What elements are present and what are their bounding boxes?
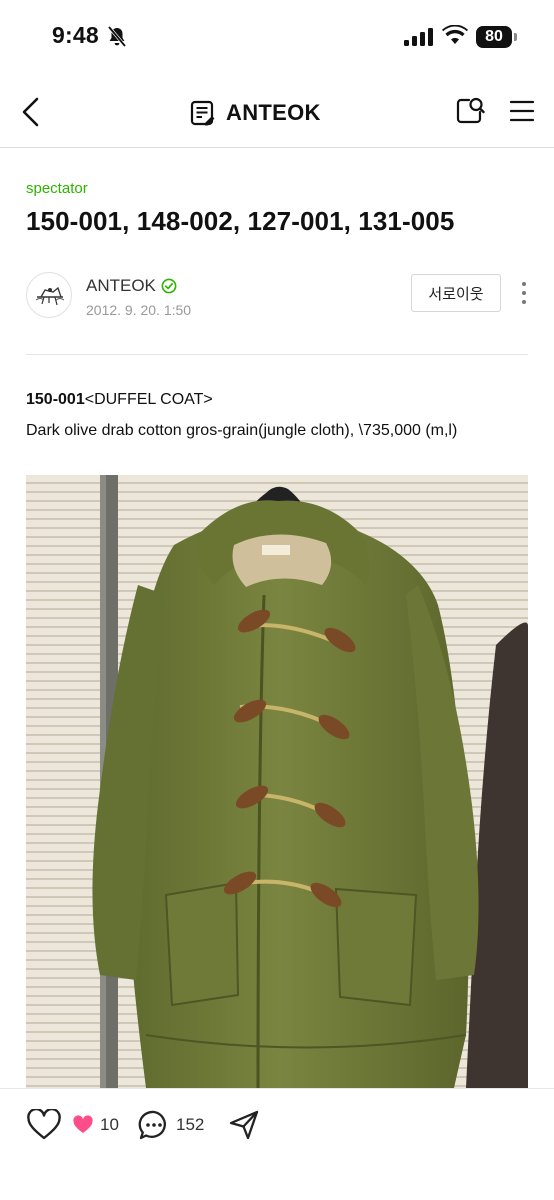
post-category-link[interactable]: spectator	[26, 180, 88, 197]
post-date: 2012. 9. 20. 1:50	[86, 302, 192, 318]
status-time: 9:48	[52, 22, 99, 48]
comment-count: 152	[176, 1115, 205, 1134]
share-action[interactable]	[228, 1109, 260, 1141]
bottom-action-bar: 10 152	[0, 1088, 554, 1200]
item-type: <DUFFEL COAT>	[84, 391, 213, 408]
comment-bubble-icon[interactable]	[138, 1109, 170, 1141]
mutual-neighbor-button[interactable]: 서로이웃	[411, 274, 501, 312]
author-name-wrap[interactable]: ANTEOK	[86, 276, 177, 296]
wifi-icon	[442, 25, 468, 44]
avatar-drawing	[35, 286, 65, 306]
back-arrow-icon[interactable]	[18, 96, 46, 128]
like-count: 10	[100, 1115, 119, 1134]
battery-indicator: 80	[476, 26, 512, 48]
more-options-icon[interactable]	[518, 280, 530, 306]
verified-check-icon	[161, 278, 177, 294]
item-code: 150-001	[26, 391, 85, 408]
item-description: Dark olive drab cotton gros-grain(jungle…	[26, 422, 458, 439]
status-bar: 9:48 80	[0, 0, 554, 76]
item-heading: 150-001<DUFFEL COAT>	[26, 391, 213, 409]
author-row: ANTEOK 2012. 9. 20. 1:50 서로이웃	[26, 272, 530, 324]
header-divider	[26, 354, 528, 355]
coat-illustration	[26, 475, 528, 1088]
nav-bar: ANTEOK	[0, 76, 554, 148]
hamburger-menu-icon[interactable]	[510, 99, 534, 123]
heart-outline-icon[interactable]	[26, 1109, 62, 1141]
duffel-coat-photo[interactable]	[26, 475, 528, 1088]
battery-cap	[514, 33, 517, 41]
like-action[interactable]: 10	[26, 1109, 119, 1141]
search-in-blog-icon[interactable]	[455, 96, 485, 126]
bell-muted-icon	[107, 26, 127, 48]
comment-action[interactable]: 152	[138, 1109, 204, 1141]
heart-filled-icon	[73, 1115, 93, 1133]
blog-title-link[interactable]: ANTEOK	[190, 98, 321, 128]
author-avatar[interactable]	[26, 272, 72, 318]
post-title: 150-001, 148-002, 127-001, 131-005	[26, 206, 455, 236]
author-name: ANTEOK	[86, 276, 156, 295]
cellular-signal-icon	[404, 28, 433, 46]
share-send-icon[interactable]	[228, 1109, 260, 1141]
blog-icon	[190, 100, 215, 126]
blog-title: ANTEOK	[226, 100, 321, 125]
